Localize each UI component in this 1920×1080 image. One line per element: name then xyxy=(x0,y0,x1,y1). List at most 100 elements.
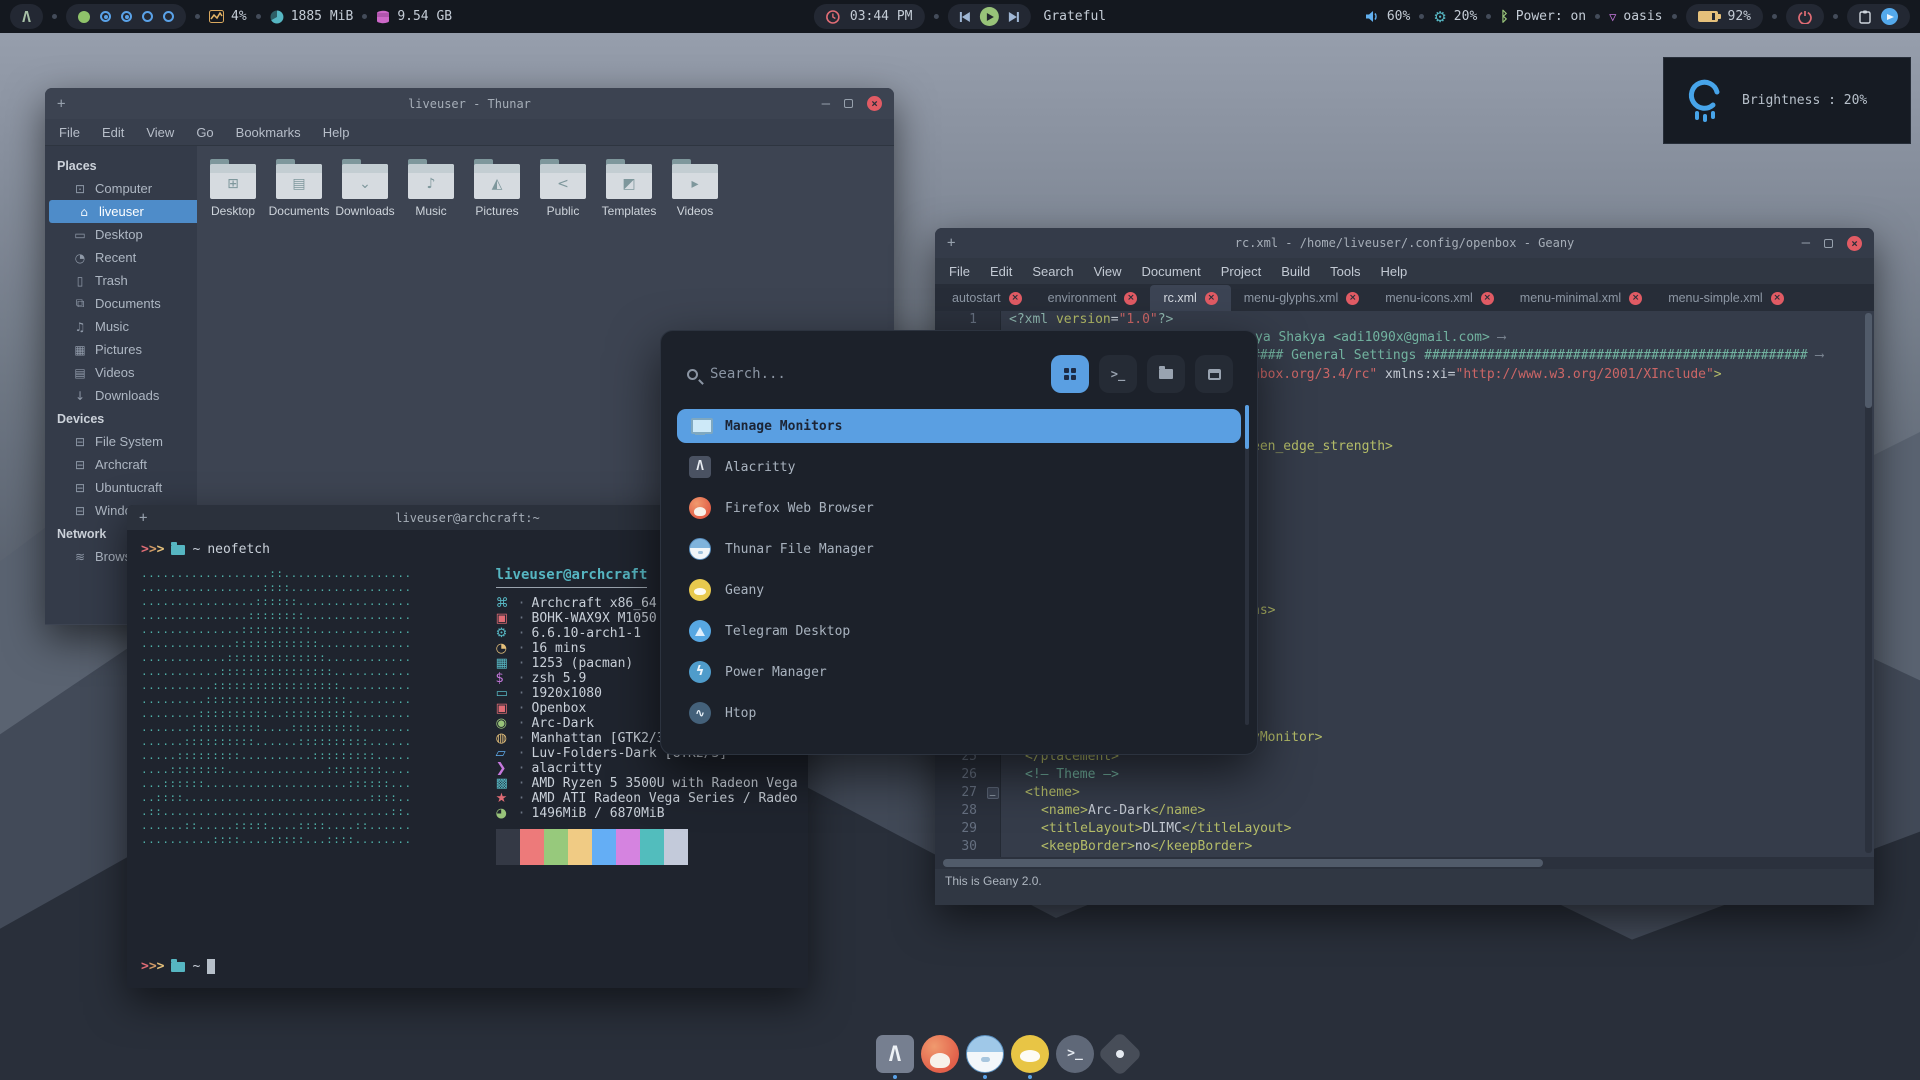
thunar-menu-bookmarks[interactable]: Bookmarks xyxy=(236,125,301,140)
sidebar-item-downloads[interactable]: ↓Downloads xyxy=(45,384,197,407)
geany-menu-view[interactable]: View xyxy=(1094,264,1122,279)
tab-close-button[interactable]: × xyxy=(1205,292,1218,305)
previous-track-button[interactable] xyxy=(960,12,970,22)
thunar-menu-view[interactable]: View xyxy=(146,125,174,140)
play-button[interactable] xyxy=(980,7,999,26)
clipboard-icon[interactable] xyxy=(1859,10,1871,24)
launcher-item-alacritty[interactable]: Alacritty xyxy=(677,450,1241,484)
dock-item-thunar[interactable] xyxy=(966,1035,1004,1073)
tab-menu-minimal-xml[interactable]: menu-minimal.xml× xyxy=(1507,285,1655,311)
tab-close-button[interactable]: × xyxy=(1629,292,1642,305)
tab-menu-glyphs-xml[interactable]: menu-glyphs.xml× xyxy=(1231,285,1372,311)
workspace-empty-dot[interactable] xyxy=(163,11,174,22)
folder-music[interactable]: ♪Music xyxy=(399,158,463,218)
launcher-item-thunar-file-manager[interactable]: Thunar File Manager xyxy=(677,532,1241,566)
minimize-button[interactable]: – xyxy=(1802,235,1810,251)
tab-close-button[interactable]: × xyxy=(1771,292,1784,305)
sidebar-item-desktop[interactable]: ▭Desktop xyxy=(45,223,197,246)
folder-desktop[interactable]: ⊞Desktop xyxy=(201,158,265,218)
mode-files-button[interactable] xyxy=(1147,355,1185,393)
geany-menu-tools[interactable]: Tools xyxy=(1330,264,1360,279)
geany-menu-help[interactable]: Help xyxy=(1381,264,1408,279)
sidebar-item-recent[interactable]: ◔Recent xyxy=(45,246,197,269)
workspace-empty-dot[interactable] xyxy=(142,11,153,22)
battery-pill[interactable]: 92% xyxy=(1686,4,1763,29)
workspace-occupied-dot[interactable] xyxy=(121,11,132,22)
sidebar-item-liveuser[interactable]: ⌂liveuser xyxy=(49,200,197,223)
folder-documents[interactable]: ▤Documents xyxy=(267,158,331,218)
tab-close-button[interactable]: × xyxy=(1009,292,1022,305)
geany-menu-search[interactable]: Search xyxy=(1032,264,1073,279)
sidebar-item-ubuntucraft[interactable]: ⊟Ubuntucraft xyxy=(45,476,197,499)
launcher-item-telegram-desktop[interactable]: Telegram Desktop xyxy=(677,614,1241,648)
tab-environment[interactable]: environment× xyxy=(1035,285,1151,311)
bluetooth-stat[interactable]: ᛒ Power: on xyxy=(1500,9,1586,25)
tab-close-button[interactable]: × xyxy=(1481,292,1494,305)
sidebar-item-computer[interactable]: ⊡Computer xyxy=(45,177,197,200)
power-button[interactable] xyxy=(1786,4,1824,29)
geany-menu-file[interactable]: File xyxy=(949,264,970,279)
next-track-button[interactable] xyxy=(1009,12,1019,22)
close-button[interactable]: × xyxy=(1847,236,1862,251)
geany-menu-document[interactable]: Document xyxy=(1142,264,1201,279)
launcher-item-geany[interactable]: Geany xyxy=(677,573,1241,607)
geany-menu-build[interactable]: Build xyxy=(1281,264,1310,279)
minimize-button[interactable]: – xyxy=(822,96,830,112)
folder-videos[interactable]: ▸Videos xyxy=(663,158,727,218)
folder-templates[interactable]: ◩Templates xyxy=(597,158,661,218)
sidebar-item-music[interactable]: ♫Music xyxy=(45,315,197,338)
thunar-menu-file[interactable]: File xyxy=(59,125,80,140)
dock-item-firefox[interactable] xyxy=(921,1035,959,1073)
new-tab-button[interactable]: + xyxy=(947,235,955,251)
telegram-tray-icon[interactable] xyxy=(1881,8,1898,25)
horizontal-scrollbar[interactable] xyxy=(935,857,1874,869)
sidebar-item-pictures[interactable]: ▦Pictures xyxy=(45,338,197,361)
maximize-button[interactable] xyxy=(844,99,853,108)
sidebar-item-trash[interactable]: ▯Trash xyxy=(45,269,197,292)
mode-apps-button[interactable] xyxy=(1051,355,1089,393)
sidebar-item-archcraft[interactable]: ⊟Archcraft xyxy=(45,453,197,476)
sidebar-item-videos[interactable]: ▤Videos xyxy=(45,361,197,384)
geany-menu-edit[interactable]: Edit xyxy=(990,264,1012,279)
volume-stat[interactable]: 60% xyxy=(1365,9,1410,24)
folder-downloads[interactable]: ⌄Downloads xyxy=(333,158,397,218)
launcher-item-firefox-web-browser[interactable]: Firefox Web Browser xyxy=(677,491,1241,525)
tab-close-button[interactable]: × xyxy=(1346,292,1359,305)
dock-item-launcher[interactable] xyxy=(1101,1035,1139,1073)
clock-pill[interactable]: 03:44 PM xyxy=(814,4,925,29)
launcher-item-manage-monitors[interactable]: Manage Monitors xyxy=(677,409,1241,443)
brightness-notification[interactable]: Brightness : 20% xyxy=(1663,57,1911,144)
archcraft-logo-button[interactable]: Λ xyxy=(10,4,43,29)
tab-close-button[interactable]: × xyxy=(1124,292,1137,305)
launcher-item-htop[interactable]: Htop xyxy=(677,696,1241,730)
mode-windows-button[interactable] xyxy=(1195,355,1233,393)
tab-menu-simple-xml[interactable]: menu-simple.xml× xyxy=(1655,285,1796,311)
folder-pictures[interactable]: ◭Pictures xyxy=(465,158,529,218)
launcher-item-power-manager[interactable]: Power Manager xyxy=(677,655,1241,689)
geany-menu-project[interactable]: Project xyxy=(1221,264,1261,279)
sidebar-item-file-system[interactable]: ⊟File System xyxy=(45,430,197,453)
vertical-scrollbar[interactable] xyxy=(1865,313,1872,853)
folder-public[interactable]: <Public xyxy=(531,158,595,218)
dock-item-alacritty[interactable] xyxy=(876,1035,914,1073)
usage-stat[interactable]: ⚙ 20% xyxy=(1433,8,1477,26)
thunar-titlebar[interactable]: + liveuser - Thunar – × xyxy=(45,88,894,119)
dock-item-terminal[interactable] xyxy=(1056,1035,1094,1073)
thunar-menu-help[interactable]: Help xyxy=(323,125,350,140)
geany-titlebar[interactable]: + rc.xml - /home/liveuser/.config/openbo… xyxy=(935,228,1874,258)
dock-item-geany[interactable] xyxy=(1011,1035,1049,1073)
thunar-menu-edit[interactable]: Edit xyxy=(102,125,124,140)
tab-autostart[interactable]: autostart× xyxy=(939,285,1035,311)
new-tab-button[interactable]: + xyxy=(139,510,147,526)
new-tab-button[interactable]: + xyxy=(57,96,65,112)
tab-rc-xml[interactable]: rc.xml× xyxy=(1150,285,1230,311)
network-stat[interactable]: ▽ oasis xyxy=(1609,9,1662,24)
close-button[interactable]: × xyxy=(867,96,882,111)
thunar-menu-go[interactable]: Go xyxy=(196,125,213,140)
launcher-scrollbar[interactable] xyxy=(1245,405,1249,725)
workspace-occupied-dot[interactable] xyxy=(100,11,111,22)
search-input[interactable]: Search... xyxy=(710,366,786,382)
mode-run-button[interactable]: >_ xyxy=(1099,355,1137,393)
tab-menu-icons-xml[interactable]: menu-icons.xml× xyxy=(1372,285,1507,311)
sidebar-item-documents[interactable]: ⧉Documents xyxy=(45,292,197,315)
